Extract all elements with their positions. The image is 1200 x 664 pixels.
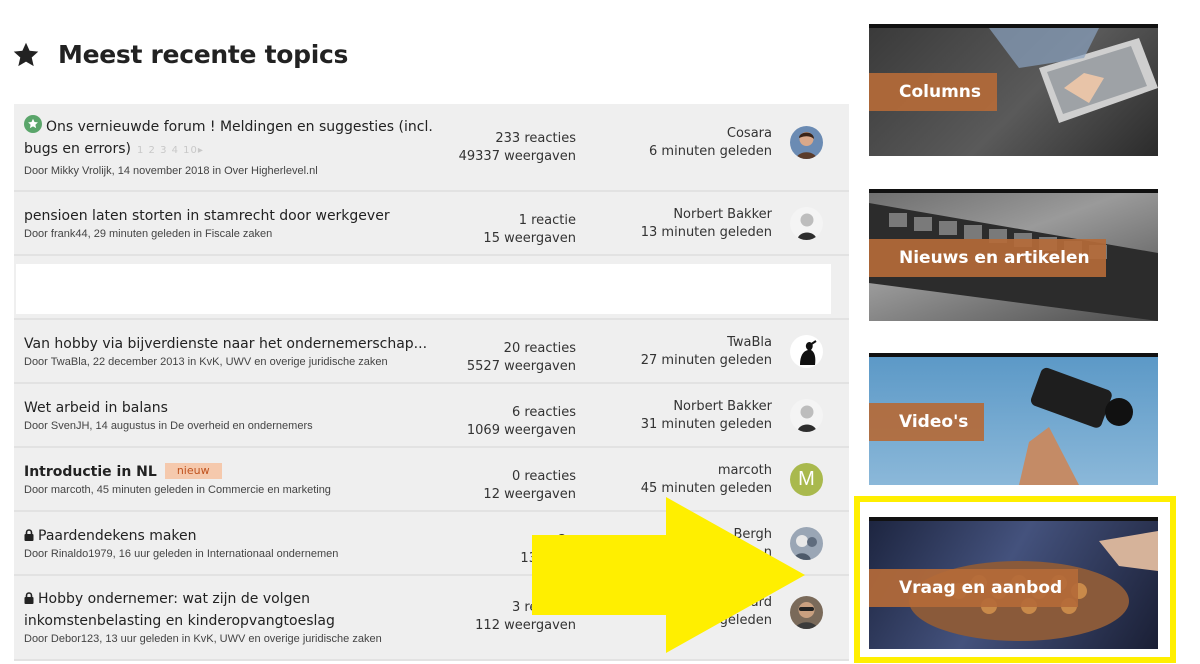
arrow-right-icon [532,497,805,653]
